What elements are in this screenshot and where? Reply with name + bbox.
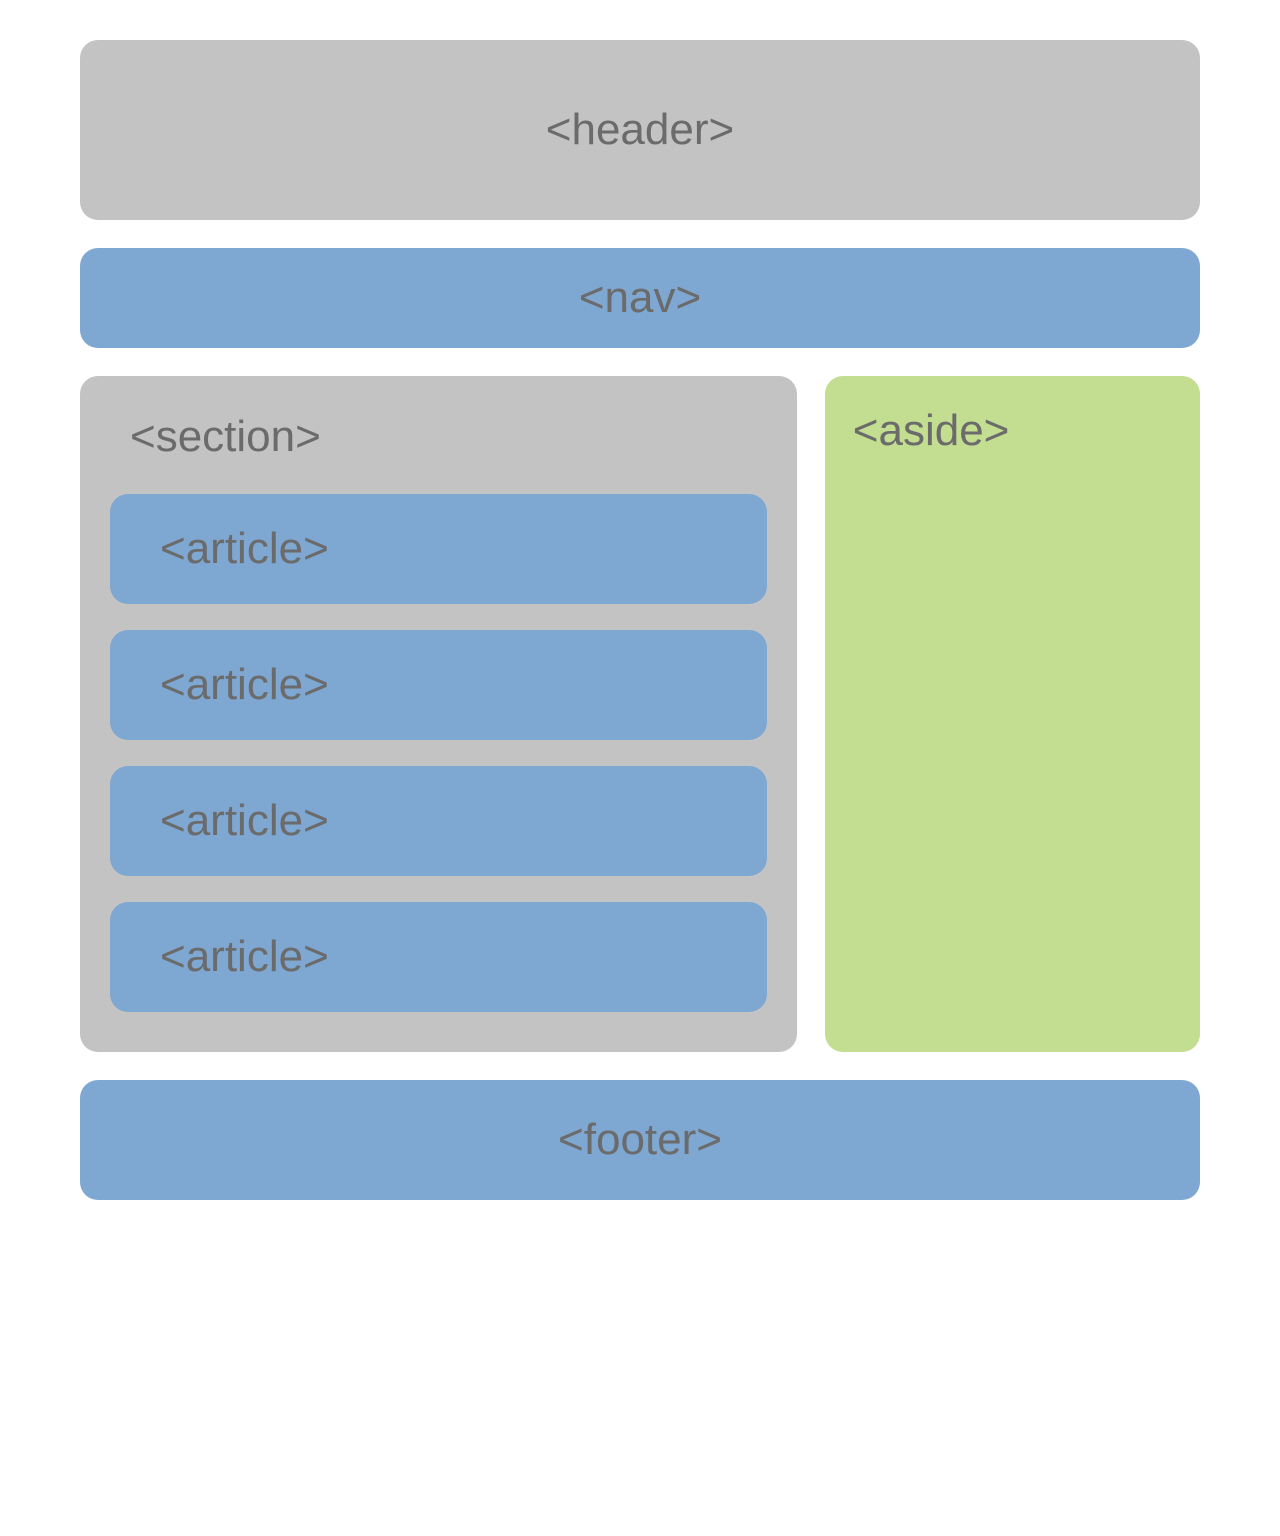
footer-block: <footer>	[80, 1080, 1200, 1200]
article-label: <article>	[160, 524, 329, 574]
aside-label: <aside>	[853, 406, 1010, 455]
article-label: <article>	[160, 660, 329, 710]
layout-diagram: <header> <nav> <section> <article> <arti…	[80, 40, 1200, 1200]
section-title-wrap: <section>	[110, 406, 767, 468]
main-row: <section> <article> <article> <article> …	[80, 376, 1200, 1052]
article-block: <article>	[110, 902, 767, 1012]
header-block: <header>	[80, 40, 1200, 220]
section-label: <section>	[130, 412, 321, 461]
nav-block: <nav>	[80, 248, 1200, 348]
article-label: <article>	[160, 796, 329, 846]
article-block: <article>	[110, 766, 767, 876]
footer-label: <footer>	[558, 1115, 722, 1165]
nav-label: <nav>	[579, 273, 701, 323]
article-block: <article>	[110, 630, 767, 740]
aside-block: <aside>	[825, 376, 1200, 1052]
section-block: <section> <article> <article> <article> …	[80, 376, 797, 1052]
article-label: <article>	[160, 932, 329, 982]
header-label: <header>	[546, 105, 734, 155]
article-block: <article>	[110, 494, 767, 604]
